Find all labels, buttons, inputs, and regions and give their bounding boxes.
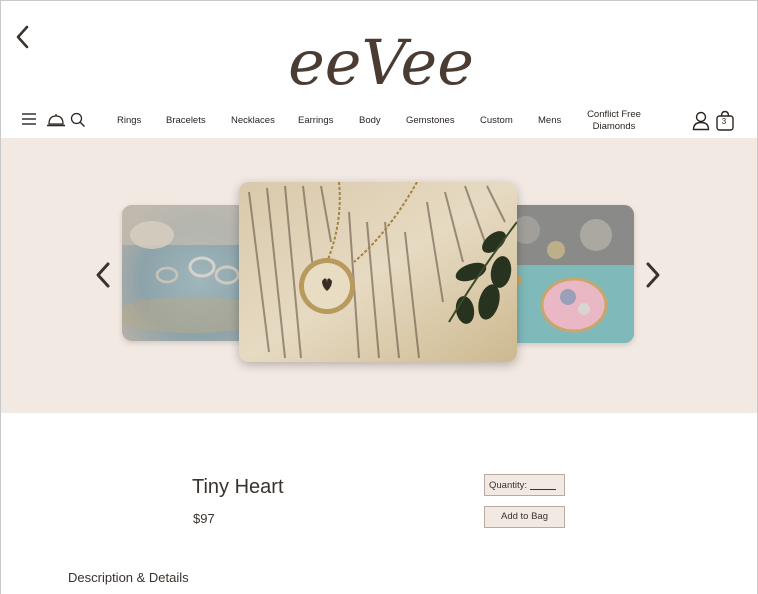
nav-link-conflict-free-line2: Diamonds: [592, 121, 636, 132]
nav-link-rings[interactable]: Rings: [117, 115, 141, 126]
product-title: Tiny Heart: [192, 476, 284, 498]
heart-necklace-on-book-photo: [239, 182, 517, 362]
brand-logo-text: eeVee: [288, 26, 474, 98]
product-image-carousel: [1, 138, 757, 413]
quantity-label: Quantity:: [489, 480, 528, 491]
nav-link-gemstones[interactable]: Gemstones: [406, 115, 455, 126]
nav-link-custom[interactable]: Custom: [480, 115, 513, 126]
main-nav: Rings Bracelets Necklaces Earrings Body …: [0, 104, 758, 138]
nav-link-conflict-free-diamonds[interactable]: Conflict Free Diamonds: [586, 109, 642, 133]
nav-link-necklaces[interactable]: Necklaces: [231, 115, 275, 126]
description-details-link[interactable]: Description & Details: [68, 570, 189, 585]
bag-count-badge: 3: [721, 117, 727, 126]
service-bell-icon[interactable]: [46, 112, 66, 128]
nav-link-mens[interactable]: Mens: [538, 115, 561, 126]
nav-link-bracelets[interactable]: Bracelets: [166, 115, 206, 126]
nav-link-earrings[interactable]: Earrings: [298, 115, 333, 126]
add-to-bag-button[interactable]: Add to Bag: [484, 506, 565, 528]
user-icon[interactable]: [692, 111, 710, 131]
quantity-input-line[interactable]: [530, 489, 556, 490]
back-chevron-icon[interactable]: [12, 24, 34, 50]
menu-icon[interactable]: [21, 112, 37, 126]
quantity-selector[interactable]: Quantity:: [484, 474, 565, 496]
carousel-slide-active[interactable]: [239, 182, 517, 362]
product-price: $97: [193, 511, 215, 526]
search-icon[interactable]: [70, 112, 86, 128]
brand-logo[interactable]: eeVee: [276, 8, 486, 98]
carousel-prev-arrow-icon[interactable]: [93, 260, 113, 290]
nav-link-conflict-free-line1: Conflict Free: [587, 109, 641, 120]
carousel-next-arrow-icon[interactable]: [643, 260, 663, 290]
nav-link-body[interactable]: Body: [359, 115, 381, 126]
